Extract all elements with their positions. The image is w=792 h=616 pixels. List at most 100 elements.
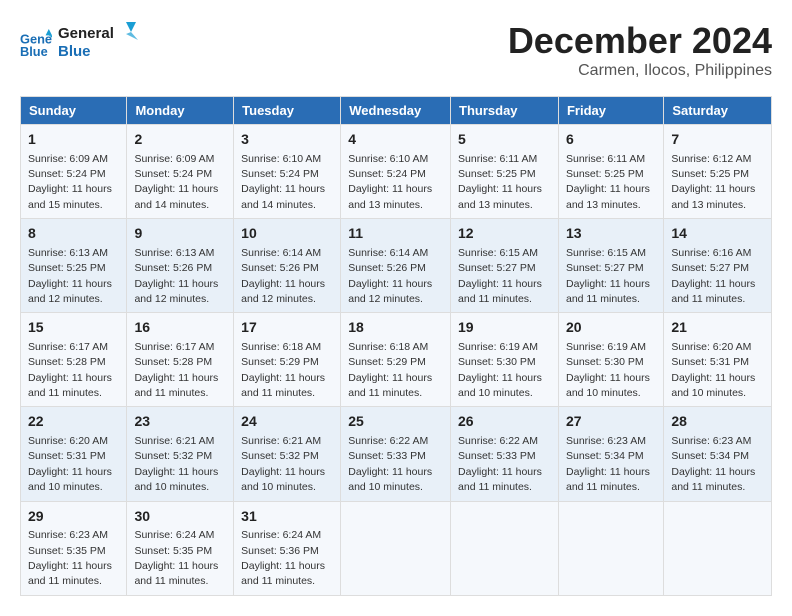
calendar-cell: 17 Sunrise: 6:18 AMSunset: 5:29 PMDaylig… xyxy=(234,313,341,407)
day-number: 8 xyxy=(28,224,119,244)
calendar-cell: 19 Sunrise: 6:19 AMSunset: 5:30 PMDaylig… xyxy=(451,313,559,407)
day-info: Sunrise: 6:11 AMSunset: 5:25 PMDaylight:… xyxy=(566,153,650,211)
day-number: 6 xyxy=(566,130,656,150)
location-title: Carmen, Ilocos, Philippines xyxy=(508,62,772,80)
day-info: Sunrise: 6:14 AMSunset: 5:26 PMDaylight:… xyxy=(241,247,325,305)
day-info: Sunrise: 6:09 AMSunset: 5:24 PMDaylight:… xyxy=(28,153,112,211)
day-number: 5 xyxy=(458,130,551,150)
calendar-cell: 20 Sunrise: 6:19 AMSunset: 5:30 PMDaylig… xyxy=(558,313,663,407)
calendar-cell: 11 Sunrise: 6:14 AMSunset: 5:26 PMDaylig… xyxy=(341,219,451,313)
day-number: 11 xyxy=(348,224,443,244)
day-info: Sunrise: 6:10 AMSunset: 5:24 PMDaylight:… xyxy=(241,153,325,211)
day-number: 23 xyxy=(134,412,226,432)
title-block: December 2024 Carmen, Ilocos, Philippine… xyxy=(508,20,772,80)
day-info: Sunrise: 6:19 AMSunset: 5:30 PMDaylight:… xyxy=(566,341,650,399)
day-number: 9 xyxy=(134,224,226,244)
day-number: 12 xyxy=(458,224,551,244)
calendar-cell: 12 Sunrise: 6:15 AMSunset: 5:27 PMDaylig… xyxy=(451,219,559,313)
day-number: 3 xyxy=(241,130,333,150)
calendar-cell: 27 Sunrise: 6:23 AMSunset: 5:34 PMDaylig… xyxy=(558,407,663,501)
day-number: 29 xyxy=(28,507,119,527)
day-number: 4 xyxy=(348,130,443,150)
day-info: Sunrise: 6:23 AMSunset: 5:34 PMDaylight:… xyxy=(671,435,755,493)
weekday-header: Friday xyxy=(558,97,663,125)
calendar-cell xyxy=(341,501,451,595)
calendar-cell: 4 Sunrise: 6:10 AMSunset: 5:24 PMDayligh… xyxy=(341,125,451,219)
calendar-body: 1 Sunrise: 6:09 AMSunset: 5:24 PMDayligh… xyxy=(21,125,772,596)
day-info: Sunrise: 6:23 AMSunset: 5:35 PMDaylight:… xyxy=(28,529,112,587)
calendar-cell: 5 Sunrise: 6:11 AMSunset: 5:25 PMDayligh… xyxy=(451,125,559,219)
calendar-cell: 21 Sunrise: 6:20 AMSunset: 5:31 PMDaylig… xyxy=(664,313,772,407)
day-info: Sunrise: 6:14 AMSunset: 5:26 PMDaylight:… xyxy=(348,247,432,305)
day-info: Sunrise: 6:20 AMSunset: 5:31 PMDaylight:… xyxy=(28,435,112,493)
day-info: Sunrise: 6:18 AMSunset: 5:29 PMDaylight:… xyxy=(348,341,432,399)
calendar-cell: 31 Sunrise: 6:24 AMSunset: 5:36 PMDaylig… xyxy=(234,501,341,595)
day-number: 18 xyxy=(348,318,443,338)
day-info: Sunrise: 6:21 AMSunset: 5:32 PMDaylight:… xyxy=(241,435,325,493)
calendar-cell: 7 Sunrise: 6:12 AMSunset: 5:25 PMDayligh… xyxy=(664,125,772,219)
calendar-cell: 16 Sunrise: 6:17 AMSunset: 5:28 PMDaylig… xyxy=(127,313,234,407)
weekday-header: Thursday xyxy=(451,97,559,125)
day-number: 14 xyxy=(671,224,764,244)
calendar-cell: 30 Sunrise: 6:24 AMSunset: 5:35 PMDaylig… xyxy=(127,501,234,595)
day-number: 26 xyxy=(458,412,551,432)
calendar-cell: 1 Sunrise: 6:09 AMSunset: 5:24 PMDayligh… xyxy=(21,125,127,219)
day-info: Sunrise: 6:24 AMSunset: 5:35 PMDaylight:… xyxy=(134,529,218,587)
day-info: Sunrise: 6:22 AMSunset: 5:33 PMDaylight:… xyxy=(348,435,432,493)
svg-text:Blue: Blue xyxy=(58,43,91,60)
calendar-cell: 6 Sunrise: 6:11 AMSunset: 5:25 PMDayligh… xyxy=(558,125,663,219)
day-number: 7 xyxy=(671,130,764,150)
day-number: 10 xyxy=(241,224,333,244)
day-info: Sunrise: 6:19 AMSunset: 5:30 PMDaylight:… xyxy=(458,341,542,399)
day-info: Sunrise: 6:15 AMSunset: 5:27 PMDaylight:… xyxy=(566,247,650,305)
calendar-week-row: 22 Sunrise: 6:20 AMSunset: 5:31 PMDaylig… xyxy=(21,407,772,501)
day-number: 28 xyxy=(671,412,764,432)
calendar-cell: 29 Sunrise: 6:23 AMSunset: 5:35 PMDaylig… xyxy=(21,501,127,595)
calendar-week-row: 1 Sunrise: 6:09 AMSunset: 5:24 PMDayligh… xyxy=(21,125,772,219)
weekday-header: Tuesday xyxy=(234,97,341,125)
day-info: Sunrise: 6:12 AMSunset: 5:25 PMDaylight:… xyxy=(671,153,755,211)
day-number: 27 xyxy=(566,412,656,432)
day-number: 2 xyxy=(134,130,226,150)
calendar-cell: 13 Sunrise: 6:15 AMSunset: 5:27 PMDaylig… xyxy=(558,219,663,313)
calendar-week-row: 29 Sunrise: 6:23 AMSunset: 5:35 PMDaylig… xyxy=(21,501,772,595)
weekday-header: Monday xyxy=(127,97,234,125)
day-info: Sunrise: 6:24 AMSunset: 5:36 PMDaylight:… xyxy=(241,529,325,587)
calendar-cell: 15 Sunrise: 6:17 AMSunset: 5:28 PMDaylig… xyxy=(21,313,127,407)
calendar-cell: 23 Sunrise: 6:21 AMSunset: 5:32 PMDaylig… xyxy=(127,407,234,501)
weekday-header: Saturday xyxy=(664,97,772,125)
day-info: Sunrise: 6:17 AMSunset: 5:28 PMDaylight:… xyxy=(28,341,112,399)
month-title: December 2024 xyxy=(508,20,772,62)
svg-text:General: General xyxy=(58,25,114,42)
calendar-cell: 2 Sunrise: 6:09 AMSunset: 5:24 PMDayligh… xyxy=(127,125,234,219)
day-number: 31 xyxy=(241,507,333,527)
day-info: Sunrise: 6:22 AMSunset: 5:33 PMDaylight:… xyxy=(458,435,542,493)
weekday-header: Wednesday xyxy=(341,97,451,125)
day-number: 19 xyxy=(458,318,551,338)
day-info: Sunrise: 6:11 AMSunset: 5:25 PMDaylight:… xyxy=(458,153,542,211)
logo: General Blue General Blue xyxy=(20,20,138,69)
day-number: 30 xyxy=(134,507,226,527)
calendar-cell xyxy=(451,501,559,595)
calendar-week-row: 15 Sunrise: 6:17 AMSunset: 5:28 PMDaylig… xyxy=(21,313,772,407)
day-info: Sunrise: 6:13 AMSunset: 5:25 PMDaylight:… xyxy=(28,247,112,305)
day-info: Sunrise: 6:09 AMSunset: 5:24 PMDaylight:… xyxy=(134,153,218,211)
day-info: Sunrise: 6:23 AMSunset: 5:34 PMDaylight:… xyxy=(566,435,650,493)
weekday-header: Sunday xyxy=(21,97,127,125)
calendar-cell: 26 Sunrise: 6:22 AMSunset: 5:33 PMDaylig… xyxy=(451,407,559,501)
header: General Blue General Blue December 2024 … xyxy=(20,20,772,80)
day-number: 21 xyxy=(671,318,764,338)
svg-text:Blue: Blue xyxy=(20,44,48,59)
calendar-cell: 28 Sunrise: 6:23 AMSunset: 5:34 PMDaylig… xyxy=(664,407,772,501)
logo-svg: General Blue xyxy=(58,20,138,64)
logo-icon: General Blue xyxy=(20,29,52,61)
calendar-table: SundayMondayTuesdayWednesdayThursdayFrid… xyxy=(20,96,772,596)
day-number: 16 xyxy=(134,318,226,338)
calendar-cell: 24 Sunrise: 6:21 AMSunset: 5:32 PMDaylig… xyxy=(234,407,341,501)
day-number: 15 xyxy=(28,318,119,338)
calendar-cell: 22 Sunrise: 6:20 AMSunset: 5:31 PMDaylig… xyxy=(21,407,127,501)
calendar-cell: 9 Sunrise: 6:13 AMSunset: 5:26 PMDayligh… xyxy=(127,219,234,313)
day-number: 25 xyxy=(348,412,443,432)
day-number: 22 xyxy=(28,412,119,432)
day-number: 17 xyxy=(241,318,333,338)
